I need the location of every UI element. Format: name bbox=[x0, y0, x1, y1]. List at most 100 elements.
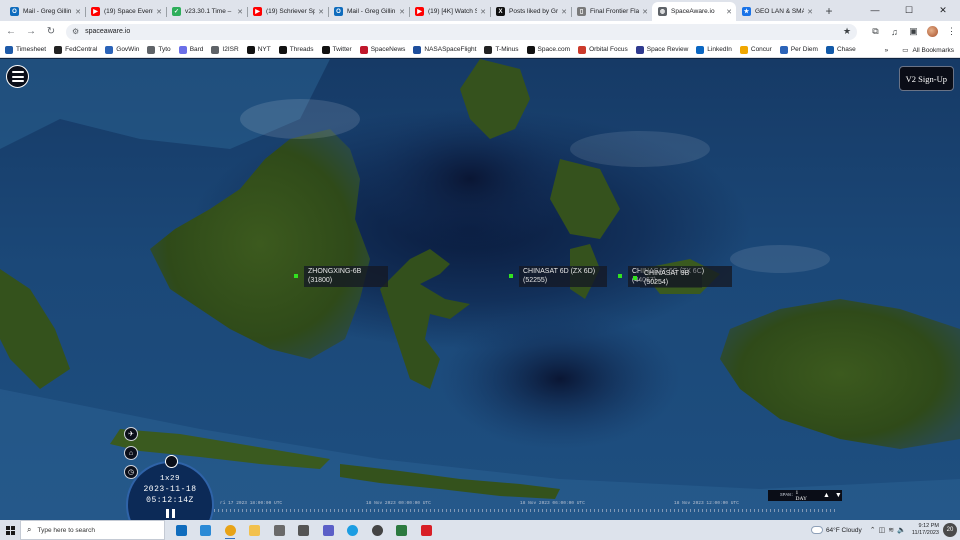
satellite-label[interactable]: ZHONGXING-6B (31800) bbox=[304, 266, 388, 287]
bookmark-item[interactable]: FedCentral bbox=[54, 45, 97, 54]
browser-tab[interactable]: ▯ Final Frontier Fla ✕ bbox=[571, 2, 652, 21]
bookmark-item[interactable]: Twitter bbox=[321, 45, 352, 54]
bookmark-item[interactable]: Space Review bbox=[635, 45, 688, 54]
taskbar-clock[interactable]: 9:12 PM 11/17/2023 bbox=[912, 523, 939, 537]
taskbar-date: 11/17/2023 bbox=[911, 530, 939, 536]
acrobat-app[interactable] bbox=[416, 520, 436, 540]
settings-app[interactable] bbox=[269, 520, 289, 540]
bookmark-item[interactable]: Tyto bbox=[147, 45, 171, 54]
globe-viewport[interactable]: V2 Sign-Up ZHONGXING-6B (31800) CHINASAT… bbox=[0, 59, 960, 520]
volume-icon[interactable]: 🔈 bbox=[897, 526, 906, 534]
satellite-label[interactable]: CHINASAT 6D (ZX 6D) (52255) bbox=[519, 266, 607, 287]
tab-close-icon[interactable]: ✕ bbox=[726, 8, 732, 16]
file-explorer-app[interactable] bbox=[245, 520, 265, 540]
tray-expand-icon[interactable]: ⌃ bbox=[870, 526, 876, 534]
bookmark-item[interactable]: Timesheet bbox=[5, 45, 46, 54]
bookmark-item[interactable]: GovWin bbox=[105, 45, 139, 54]
bookmark-item[interactable]: Orbital Focus bbox=[578, 45, 628, 54]
main-menu-button[interactable] bbox=[6, 65, 29, 88]
browser-tab[interactable]: O Mail - Greg Gillin ✕ bbox=[4, 2, 85, 21]
maximize-button[interactable]: ☐ bbox=[892, 0, 926, 20]
bookmark-item[interactable]: NYT bbox=[246, 45, 271, 54]
tab-close-icon[interactable]: ✕ bbox=[237, 8, 243, 16]
globe-view-icon[interactable]: ✈ bbox=[124, 427, 138, 441]
calculator-app[interactable] bbox=[294, 520, 314, 540]
notification-badge[interactable]: 20 bbox=[943, 523, 957, 537]
bookmark-item[interactable]: NASASpaceFlight bbox=[413, 45, 476, 54]
tab-close-icon[interactable]: ✕ bbox=[399, 8, 405, 16]
browser-tab[interactable]: ✓ v23.30.1 Time – ✕ bbox=[166, 2, 247, 21]
tab-title: Final Frontier Fla bbox=[590, 8, 640, 15]
bookmark-item[interactable]: I2ISR bbox=[211, 45, 239, 54]
bookmarks-overflow-icon[interactable]: » bbox=[885, 47, 889, 54]
snip-app[interactable] bbox=[196, 520, 216, 540]
browser-tab[interactable]: O Mail - Greg Gillin ✕ bbox=[328, 2, 409, 21]
back-button[interactable]: ← bbox=[2, 23, 20, 41]
bookmark-item[interactable]: T-Minus bbox=[484, 45, 519, 54]
media-control-icon[interactable]: ♫ bbox=[886, 23, 903, 40]
zoom-in-arrow-icon[interactable]: ▲ bbox=[823, 492, 830, 499]
side-panel-icon[interactable]: ▣ bbox=[905, 23, 922, 40]
bookmark-item[interactable]: Chase bbox=[825, 45, 856, 54]
bookmark-item[interactable]: Space.com bbox=[526, 45, 570, 54]
url-text[interactable]: spaceaware.io bbox=[85, 28, 843, 35]
taskbar-search[interactable]: ⌕ Type here to search bbox=[20, 520, 165, 540]
bookmark-item[interactable]: Concur bbox=[739, 45, 772, 54]
tab-close-icon[interactable]: ✕ bbox=[480, 8, 486, 16]
wifi-icon[interactable]: ≋ bbox=[888, 526, 894, 534]
site-info-icon[interactable]: ⚙ bbox=[72, 27, 79, 36]
edge-app[interactable] bbox=[343, 520, 363, 540]
bookmark-item[interactable]: Per Diem bbox=[779, 45, 818, 54]
satellite-id: (31800) bbox=[308, 276, 333, 284]
time-speed-knob[interactable] bbox=[165, 455, 178, 468]
tab-close-icon[interactable]: ✕ bbox=[156, 8, 162, 16]
reload-button[interactable]: ↻ bbox=[42, 23, 60, 41]
tab-close-icon[interactable]: ✕ bbox=[75, 8, 81, 16]
network-icon[interactable]: ◫ bbox=[879, 526, 886, 534]
chat-app[interactable] bbox=[367, 520, 387, 540]
minimize-button[interactable]: — bbox=[858, 0, 892, 20]
teams-app[interactable] bbox=[318, 520, 338, 540]
new-tab-button[interactable]: + bbox=[820, 2, 838, 20]
all-bookmarks-link[interactable]: All Bookmarks bbox=[912, 47, 954, 54]
browser-tab[interactable]: ★ GEO LAN & SMA ✕ bbox=[736, 2, 817, 21]
profile-avatar[interactable] bbox=[927, 26, 939, 37]
tab-close-icon[interactable]: ✕ bbox=[561, 8, 567, 16]
browser-tab[interactable]: ◍ SpaceAware.io ✕ bbox=[652, 2, 736, 21]
bookmark-item[interactable]: SpaceNews bbox=[359, 45, 405, 54]
outlook-app[interactable] bbox=[171, 520, 191, 540]
tab-close-icon[interactable]: ✕ bbox=[807, 8, 813, 16]
extensions-icon[interactable]: ⧉ bbox=[867, 23, 884, 40]
bookmark-item[interactable]: LinkedIn bbox=[696, 45, 732, 54]
satellite-marker[interactable] bbox=[509, 274, 513, 278]
v2-signup-button[interactable]: V2 Sign-Up bbox=[898, 66, 954, 91]
pause-icon[interactable] bbox=[166, 509, 175, 518]
satellite-marker[interactable] bbox=[618, 274, 622, 278]
chrome-app[interactable] bbox=[220, 520, 240, 540]
browser-tab[interactable]: ▶ (19) Space Eventi ✕ bbox=[85, 2, 166, 21]
bookmark-item[interactable]: Threads bbox=[278, 45, 314, 54]
browser-tab[interactable]: X Posts liked by Gr ✕ bbox=[490, 2, 571, 21]
bookmark-item[interactable]: Bard bbox=[178, 45, 203, 54]
start-button[interactable] bbox=[0, 520, 20, 540]
bookmark-star-icon[interactable]: ★ bbox=[843, 26, 851, 37]
forward-button[interactable]: → bbox=[22, 23, 40, 41]
home-icon[interactable]: ⌂ bbox=[124, 446, 138, 460]
address-bar[interactable]: ⚙ spaceaware.io ★ bbox=[65, 23, 858, 40]
tab-close-icon[interactable]: ✕ bbox=[318, 8, 324, 16]
browser-tab[interactable]: ▶ (19) [4K] Watch S ✕ bbox=[409, 2, 490, 21]
sim-time: 05:12:14Z bbox=[146, 496, 194, 505]
satellite-marker[interactable] bbox=[294, 274, 298, 278]
tab-close-icon[interactable]: ✕ bbox=[642, 8, 648, 16]
teams-app-icon bbox=[322, 524, 334, 536]
bookmark-label: T-Minus bbox=[495, 46, 519, 53]
zoom-out-arrow-icon[interactable]: ▼ bbox=[835, 492, 842, 499]
notes-app[interactable] bbox=[392, 520, 412, 540]
weather-widget[interactable]: 64°F Cloudy bbox=[810, 526, 862, 534]
satellite-label[interactable]: CHINASAT 9B (50254) bbox=[640, 268, 702, 288]
satellite-marker[interactable] bbox=[633, 276, 637, 280]
browser-tab[interactable]: ▶ (19) Schriever Spa ✕ bbox=[247, 2, 328, 21]
browser-menu-icon[interactable]: ⋮ bbox=[943, 23, 960, 40]
close-window-button[interactable]: ✕ bbox=[926, 0, 960, 20]
timeline-scrubber[interactable]: ri 17 2023 18:00:00 UTC 18 Nov 2023 00:0… bbox=[214, 500, 838, 520]
